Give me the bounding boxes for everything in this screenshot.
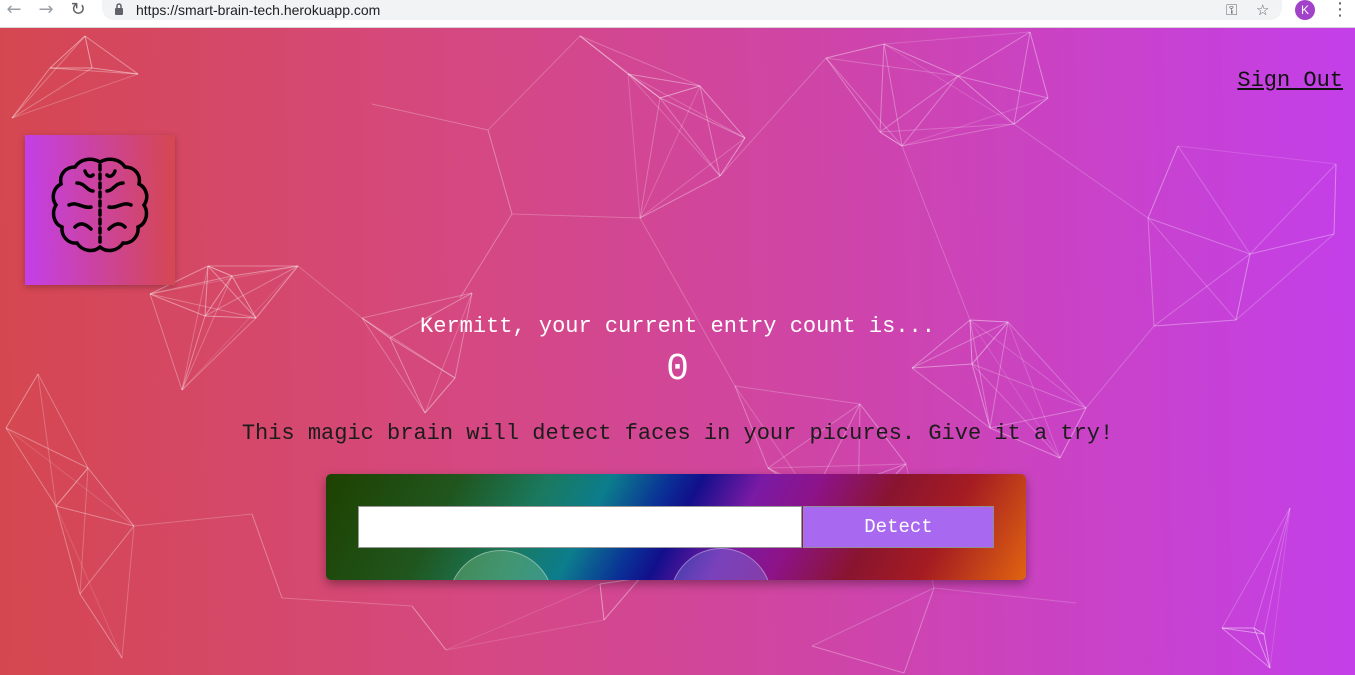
brain-icon	[51, 157, 149, 253]
back-icon[interactable]: ←	[4, 0, 24, 20]
sign-out-link[interactable]: Sign Out	[1237, 68, 1343, 93]
more-icon[interactable]: ⋮	[1331, 0, 1349, 20]
app-page: Sign Out Kermitt, your current entry cou…	[0, 28, 1355, 675]
browser-toolbar: ← → ↻ https://smart-brain-tech.herokuapp…	[0, 0, 1355, 28]
decorative-bubble	[448, 550, 554, 580]
entry-count-greeting: Kermitt, your current entry count is...	[420, 314, 935, 339]
profile-avatar[interactable]: K	[1295, 0, 1315, 20]
detect-button[interactable]: Detect	[803, 506, 994, 548]
key-icon[interactable]: ⚿	[1226, 1, 1237, 19]
address-bar[interactable]: https://smart-brain-tech.herokuapp.com ⚿…	[102, 0, 1282, 20]
tagline-text: This magic brain will detect faces in yo…	[241, 421, 1114, 446]
forward-icon[interactable]: →	[36, 0, 56, 20]
reload-icon[interactable]: ↻	[68, 0, 88, 20]
entry-count-value: 0	[666, 348, 689, 391]
star-icon[interactable]: ☆	[1256, 1, 1269, 19]
logo-tile[interactable]	[25, 135, 175, 285]
image-link-form: Detect	[326, 474, 1026, 580]
lock-icon	[115, 3, 123, 15]
url-text[interactable]: https://smart-brain-tech.herokuapp.com	[136, 1, 380, 19]
image-url-input[interactable]	[358, 506, 802, 548]
decorative-bubble	[670, 548, 772, 580]
